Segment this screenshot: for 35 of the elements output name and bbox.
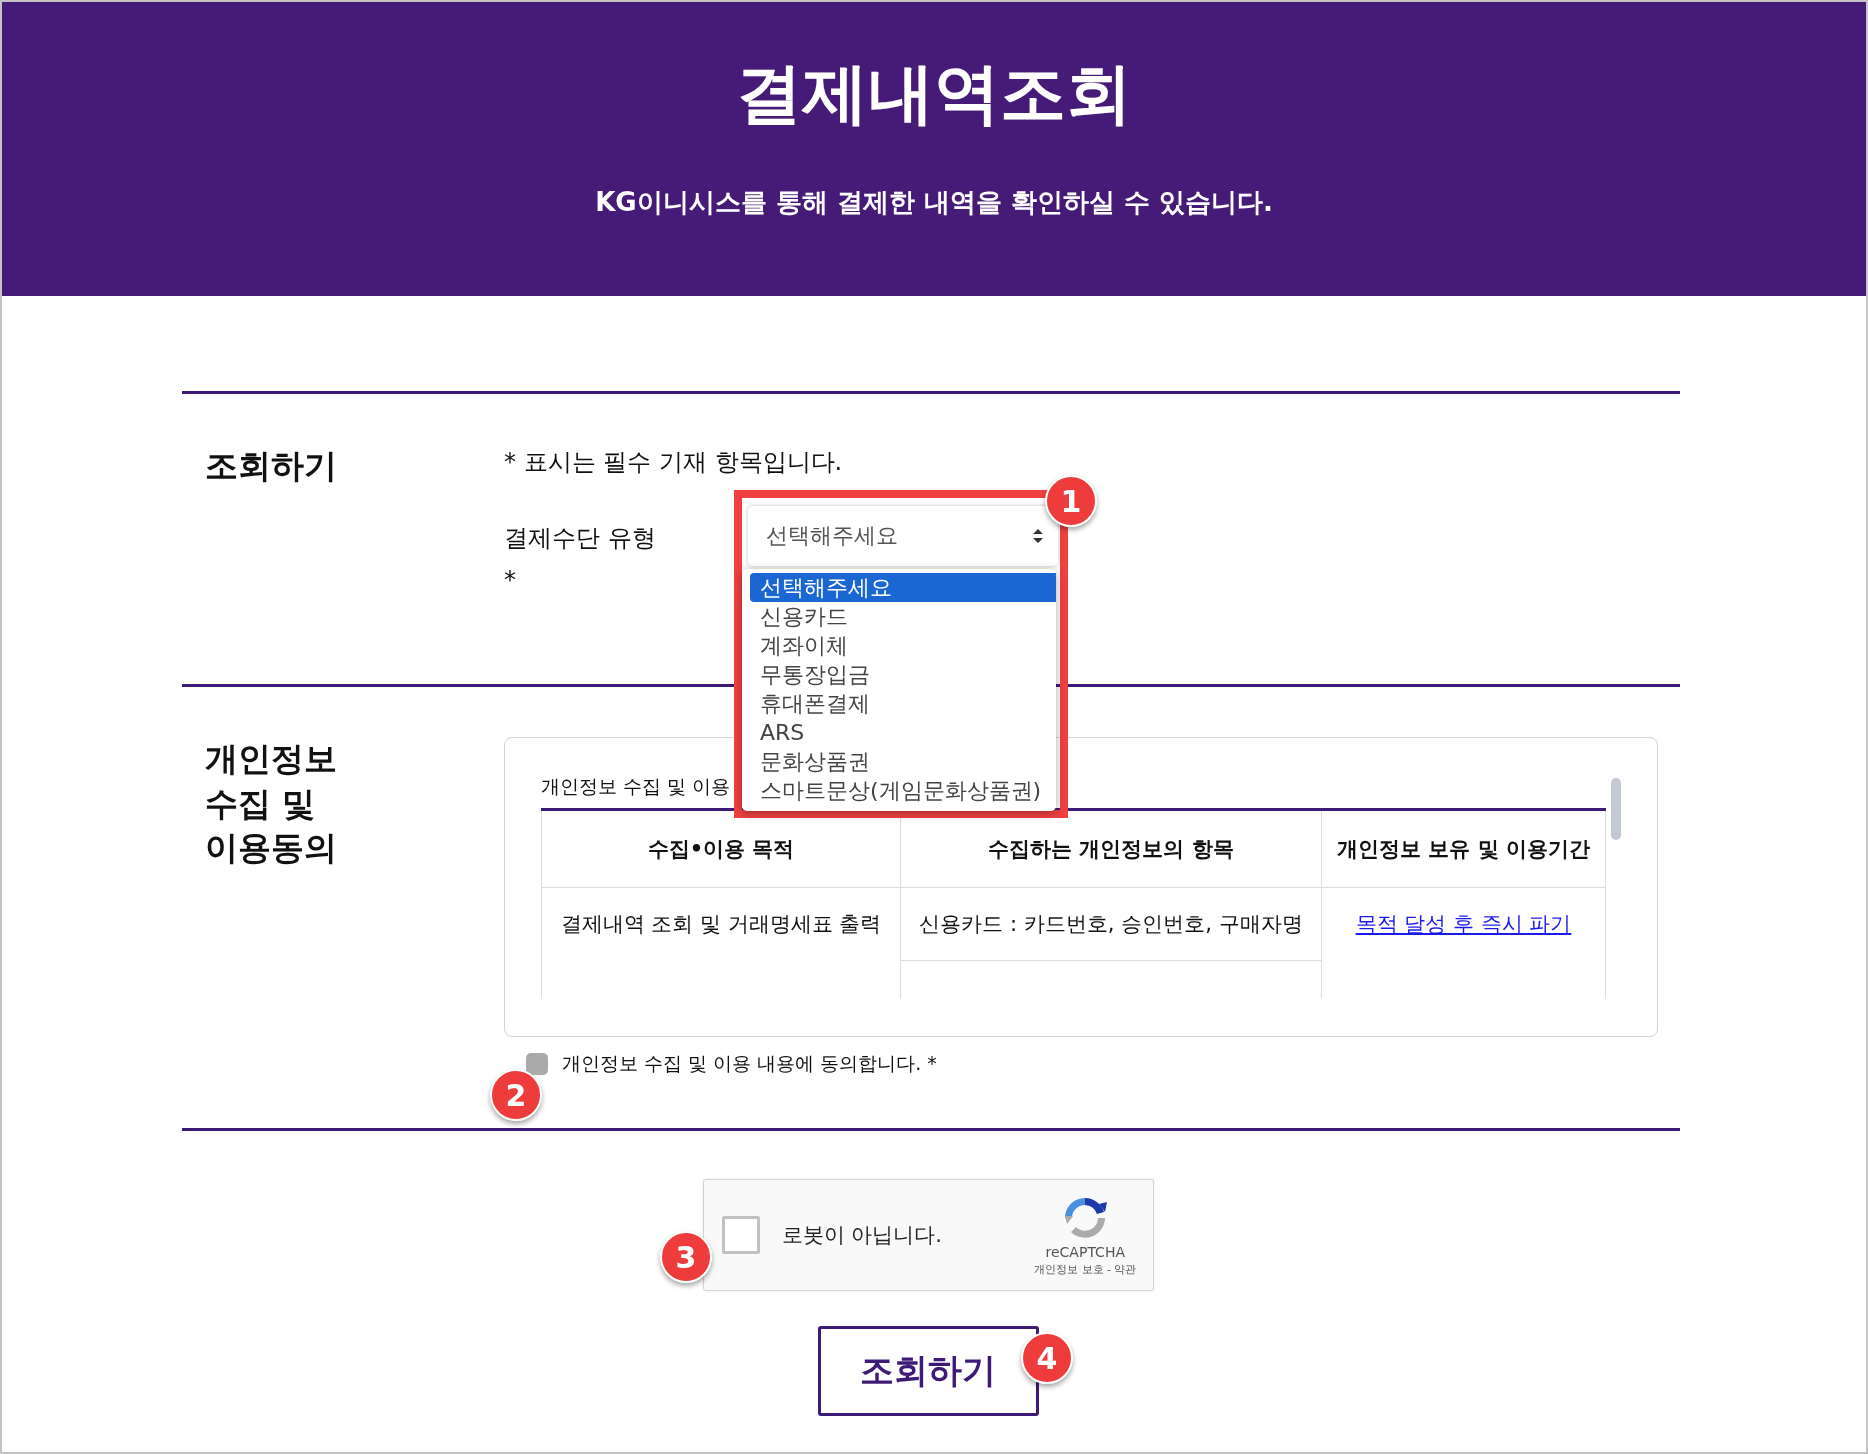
scrollbar-thumb[interactable] [1611, 778, 1621, 840]
step-marker: 1 [1045, 475, 1097, 527]
page-title: 결제내역조회 [736, 54, 1132, 134]
captcha-links[interactable]: 개인정보 보호 - 약관 [1034, 1261, 1137, 1277]
required-note: * 표시는 필수 기재 항목입니다. [504, 447, 844, 478]
payment-type-select[interactable]: 선택해주세요 [748, 506, 1058, 566]
dropdown-option[interactable]: 신용카드 [750, 602, 1056, 631]
consent-label: 개인정보 수집 및 이용 내용에 동의합니다. * [562, 1051, 937, 1076]
section-heading: 조회하기 [205, 445, 338, 487]
captcha-label: 로봇이 아닙니다. [781, 1222, 943, 1249]
dropdown-option[interactable]: 무통장입금 [750, 660, 1056, 689]
sort-arrows-icon [1032, 528, 1044, 544]
column-header: 수집하는 개인정보의 항목 [900, 811, 1322, 888]
table-cell: 결제내역 조회 및 거래명세표 출력 [541, 887, 901, 999]
dropdown-option[interactable]: 스마트문상(게임문화상품권) [750, 776, 1056, 805]
field-label: 결제수단 유형 [504, 523, 657, 554]
dropdown-option[interactable]: 문화상품권 [750, 747, 1056, 776]
captcha-checkbox[interactable] [721, 1216, 760, 1254]
step-marker: 2 [490, 1069, 542, 1121]
dropdown-option[interactable]: 계좌이체 [750, 631, 1056, 660]
consent-checkbox[interactable] [526, 1053, 548, 1075]
step-marker: 4 [1021, 1332, 1073, 1384]
captcha-brand: reCAPTCHA [1045, 1243, 1125, 1260]
section-heading: 개인정보 수집 및 이용동의 [205, 738, 338, 870]
column-header: 수집•이용 목적 [541, 811, 901, 888]
retention-link[interactable]: 목적 달성 후 즉시 파기 [1355, 912, 1572, 936]
required-mark: * [504, 566, 517, 594]
search-button[interactable]: 조회하기 [817, 1326, 1039, 1416]
column-header: 개인정보 보유 및 이용기간 [1321, 811, 1606, 888]
table-cell: 신용카드 : 카드번호, 승인번호, 구매자명 [900, 887, 1322, 961]
dropdown-option[interactable]: 휴대폰결제 [750, 689, 1056, 718]
page-subtitle: KG이니시스를 통해 결제한 내역을 확인하실 수 있습니다. [595, 186, 1273, 220]
step-marker: 3 [660, 1231, 712, 1283]
dropdown-option[interactable]: 선택해주세요 [750, 573, 1056, 602]
dropdown-option[interactable]: ARS [750, 718, 1056, 747]
